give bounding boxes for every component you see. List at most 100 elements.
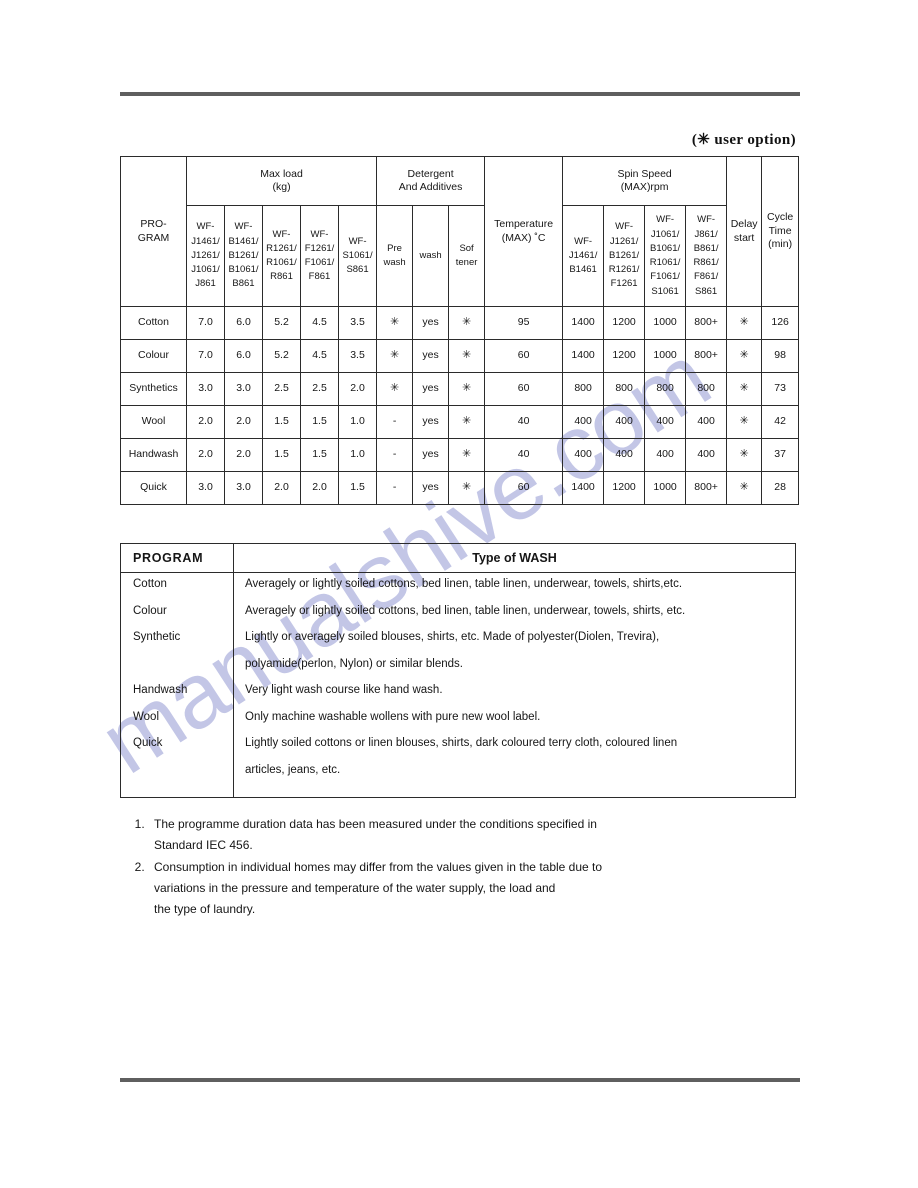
cell-max-load-2: 2.5 (262, 372, 301, 406)
cell-spin-1: 1200 (603, 339, 646, 373)
user-option-star-icon: ✳ (461, 481, 472, 494)
cell-max-load-2: 2.0 (262, 471, 301, 505)
table-row: Synthetics 3.0 3.0 2.5 2.5 2.0 ✳ yes ✳ 60 800 800 80… (120, 372, 800, 406)
header-temperature-line1: Temperature (494, 218, 554, 231)
wash-description-line: Lightly soiled cottons or linen blouses,… (245, 737, 678, 749)
footnote-line: Standard IEC 456. (154, 837, 253, 852)
cell-max-load-3: 2.0 (300, 471, 339, 505)
user-option-star-icon: ✳ (739, 415, 749, 428)
cell-program: Handwash (120, 438, 187, 472)
cell-max-load-0: 3.0 (186, 372, 225, 406)
cell-spin-1: 400 (603, 438, 646, 472)
header-prewash: Pre wash (376, 205, 414, 307)
cell-spin-1: 800 (603, 372, 646, 406)
cell-max-load-3: 4.5 (300, 306, 339, 340)
user-option-star-icon: ✳ (389, 382, 400, 395)
cell-temperature: 40 (484, 405, 564, 439)
cell-spin-3: 400 (685, 405, 728, 439)
cell-spin-3: 800+ (685, 471, 728, 505)
cell-detergent-0: - (376, 471, 414, 505)
cell-delay-start: ✳ (726, 306, 763, 340)
wash-body-row: Cotton Colour Synthetic Handwash Wool Quick A… (120, 572, 796, 798)
cell-max-load-1: 2.0 (224, 438, 263, 472)
cell-max-load-0: 2.0 (186, 438, 225, 472)
cell-temperature: 60 (484, 471, 564, 505)
header-detergent-line2: And Additives (398, 181, 463, 193)
cell-detergent-2: ✳ (448, 438, 486, 472)
header-softener: Sof tener (448, 205, 486, 307)
wash-program-label: Synthetic (133, 631, 181, 643)
footnotes: The programme duration data has been mea… (120, 814, 798, 919)
user-option-star-icon: ✳ (461, 316, 472, 329)
cell-delay-start: ✳ (726, 339, 763, 373)
header-cycle-time: Cycle Time (min) (761, 156, 800, 307)
cell-spin-0: 1400 (562, 339, 605, 373)
cell-detergent-1: yes (412, 306, 450, 340)
wash-program-label: Colour (133, 604, 167, 617)
cell-detergent-1: yes (412, 405, 450, 439)
footnote-line: variations in the pressure and temperatu… (154, 880, 556, 895)
programme-spec-table: PRO- GRAM Max load (kg) Detergent And Ad… (120, 156, 800, 505)
cell-detergent-1: yes (412, 471, 450, 505)
cell-spin-0: 400 (562, 405, 605, 439)
header-detergent: Detergent And Additives (376, 156, 486, 206)
cell-detergent-0: ✳ (376, 306, 414, 340)
cell-detergent-1: yes (412, 372, 450, 406)
header-cycle-line3: (min) (768, 238, 793, 251)
cell-program: Cotton (120, 306, 187, 340)
cell-program: Synthetics (120, 372, 187, 406)
header-temperature-line2: (MAX) ˚C (501, 231, 546, 244)
user-option-note: (✳ user option) (691, 132, 796, 148)
cell-max-load-1: 3.0 (224, 471, 263, 505)
cell-max-load-3: 4.5 (300, 339, 339, 373)
cell-max-load-4: 3.5 (337, 306, 378, 340)
spec-group-header-row: PRO- GRAM Max load (kg) Detergent And Ad… (120, 156, 800, 307)
header-cycle-line2: Time (768, 224, 792, 237)
wash-description-column: Averagely or lightly soiled cottons, bed… (233, 572, 796, 798)
header-cycle-line1: Cycle (767, 211, 794, 224)
wash-header-type: Type of WASH (233, 543, 796, 573)
cell-temperature: 60 (484, 339, 564, 373)
header-temperature: Temperature (MAX) ˚C (484, 156, 564, 307)
cell-detergent-2: ✳ (448, 306, 486, 340)
cell-max-load-4: 1.0 (337, 405, 378, 439)
cell-spin-2: 400 (644, 438, 687, 472)
cell-max-load-4: 1.0 (337, 438, 378, 472)
cell-spin-2: 1000 (644, 339, 687, 373)
cell-detergent-1: yes (412, 438, 450, 472)
cell-spin-0: 400 (562, 438, 605, 472)
cell-detergent-1: yes (412, 339, 450, 373)
wash-description-line: Averagely or lightly soiled cottons, bed… (245, 578, 683, 590)
wash-description-line: Very light wash course like hand wash. (245, 684, 443, 696)
footnote-line: Consumption in individual homes may diff… (154, 860, 603, 875)
cell-delay-start: ✳ (726, 372, 763, 406)
header-delay-line2: start (733, 231, 755, 244)
spec-model-header-row: WF- J1461/J1261/J1061/J861 WF- B1461/B1261… (121, 205, 799, 307)
cell-detergent-2: ✳ (448, 339, 486, 373)
cell-cycle-time: 73 (761, 372, 800, 406)
header-program: PRO- GRAM (120, 156, 187, 307)
header-rule (120, 92, 800, 96)
cell-spin-3: 800+ (685, 339, 728, 373)
footer-rule (120, 1078, 800, 1082)
header-model-maxload-2: WF- R1261/R1061/R861 (262, 205, 301, 307)
cell-spin-2: 400 (644, 405, 687, 439)
cell-program: Quick (120, 471, 187, 505)
cell-max-load-0: 7.0 (186, 339, 225, 373)
page-content: (✳ user option) PRO- GRAM Max load (kg) (120, 130, 800, 921)
cell-program: Colour (120, 339, 187, 373)
cell-cycle-time: 37 (761, 438, 800, 472)
cell-spin-3: 400 (685, 438, 728, 472)
wash-program-column: Cotton Colour Synthetic Handwash Wool Quick (120, 572, 234, 798)
user-option-star-icon: ✳ (461, 349, 472, 362)
cell-temperature: 40 (484, 438, 564, 472)
user-option-star-icon: ✳ (739, 316, 749, 329)
header-spin-line1: Spin Speed (617, 167, 672, 180)
cell-max-load-2: 5.2 (262, 339, 301, 373)
cell-max-load-1: 6.0 (224, 306, 263, 340)
cell-max-load-1: 2.0 (224, 405, 263, 439)
cell-spin-2: 800 (644, 372, 687, 406)
cell-delay-start: ✳ (726, 438, 763, 472)
user-option-star-icon: ✳ (461, 382, 472, 395)
wash-program-label: Cotton (133, 578, 167, 590)
